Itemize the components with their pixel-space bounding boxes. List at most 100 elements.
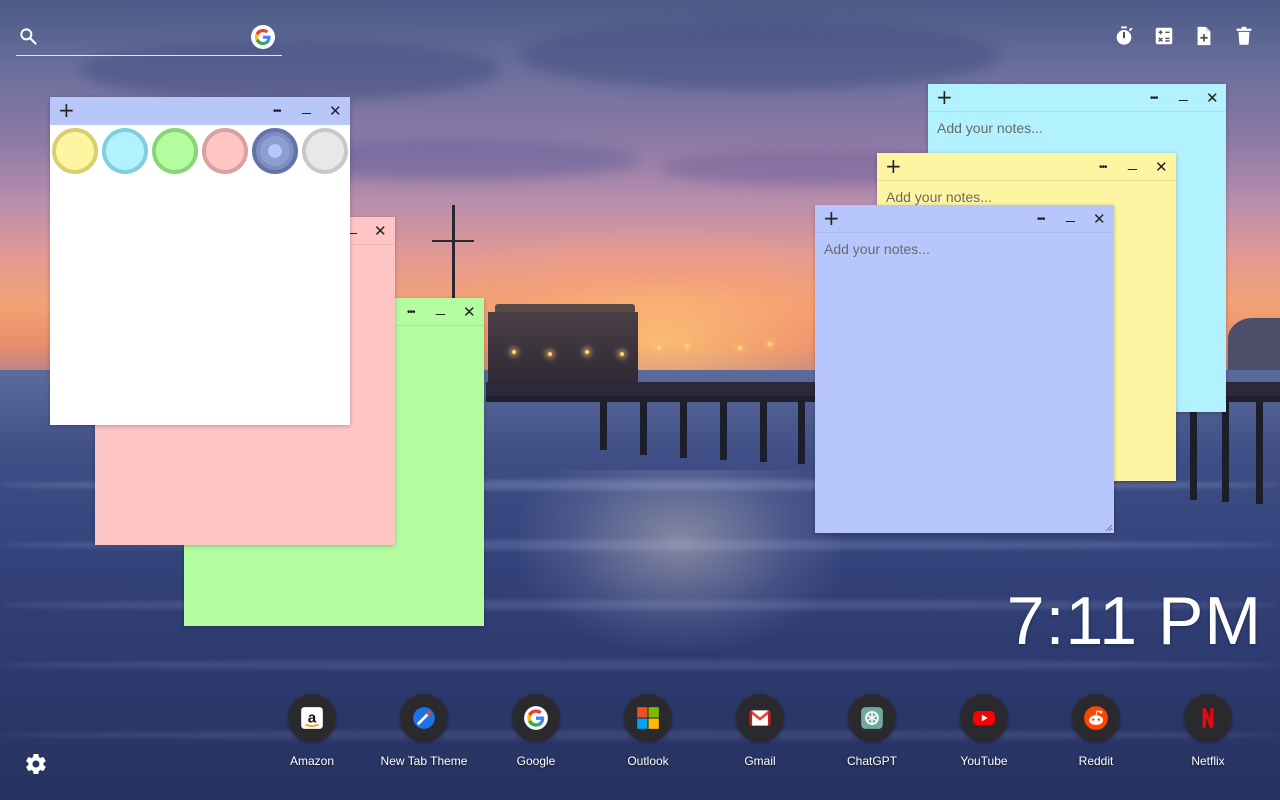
note-menu-button[interactable]: ••• <box>1099 153 1107 181</box>
pier-pile <box>1190 400 1197 500</box>
swatch-pink[interactable] <box>202 128 248 174</box>
toolbar <box>1112 24 1256 48</box>
youtube-icon[interactable] <box>960 694 1008 742</box>
note-menu-button[interactable]: ••• <box>407 298 415 326</box>
reddit-icon[interactable] <box>1072 694 1120 742</box>
swatch-blue-selected[interactable] <box>252 128 298 174</box>
shortcut-amazon[interactable]: a Amazon <box>256 694 368 774</box>
calculator-icon[interactable] <box>1152 24 1176 48</box>
pier-pile <box>640 400 647 455</box>
add-note-button[interactable]: + <box>58 100 75 120</box>
pier-pile <box>720 400 727 460</box>
shortcut-new-tab-theme[interactable]: New Tab Theme <box>368 694 480 774</box>
pier-light <box>738 346 742 350</box>
add-note-button[interactable]: + <box>885 156 902 176</box>
note-minimize-button[interactable]: _ <box>1066 201 1075 229</box>
note-minimize-button[interactable]: _ <box>1179 80 1188 108</box>
pier-pile <box>760 400 767 462</box>
svg-text:a: a <box>308 709 317 726</box>
shortcut-netflix[interactable]: Netflix <box>1152 694 1264 774</box>
pier-pile <box>680 400 687 458</box>
search-icon[interactable] <box>18 26 38 46</box>
shortcut-label: Google <box>516 754 556 768</box>
note-title-bar[interactable]: + ••• _ ✕ <box>815 205 1114 233</box>
note-close-button[interactable]: ✕ <box>1206 84 1219 112</box>
shortcut-reddit[interactable]: Reddit <box>1040 694 1152 774</box>
cloud <box>520 20 1000 90</box>
google-icon[interactable] <box>251 25 275 49</box>
add-note-button[interactable]: + <box>823 208 840 228</box>
note-menu-button[interactable]: ••• <box>1037 205 1045 233</box>
swatch-yellow[interactable] <box>52 128 98 174</box>
search-bar[interactable] <box>16 22 282 56</box>
pier-light <box>548 352 552 356</box>
note-menu-button[interactable]: ••• <box>273 97 281 125</box>
netflix-icon[interactable] <box>1184 694 1232 742</box>
pier-light <box>657 346 661 350</box>
sticky-note-blue[interactable]: + ••• _ ✕ Add your notes... <box>815 205 1114 533</box>
shortcut-label: Outlook <box>627 754 669 768</box>
pier-mast <box>452 205 455 305</box>
far-hill <box>1228 318 1280 370</box>
sea-reflection <box>520 470 840 650</box>
shortcut-chatgpt[interactable]: ChatGPT <box>816 694 928 774</box>
timer-icon[interactable] <box>1112 24 1136 48</box>
pier-light <box>585 350 589 354</box>
pier-pile <box>1222 400 1229 502</box>
google-icon[interactable] <box>512 694 560 742</box>
new-note-icon[interactable] <box>1192 24 1216 48</box>
outlook-icon[interactable] <box>624 694 672 742</box>
pier-building <box>488 312 638 384</box>
shortcut-google[interactable]: Google <box>480 694 592 774</box>
note-text-area[interactable]: Add your notes... <box>937 120 1217 136</box>
note-text-area[interactable]: Add your notes... <box>886 189 1167 205</box>
swatch-gray[interactable] <box>302 128 348 174</box>
swatch-green[interactable] <box>152 128 198 174</box>
note-minimize-button[interactable]: _ <box>1128 149 1137 177</box>
pier-pile <box>1256 400 1263 504</box>
pier-pile <box>798 400 805 464</box>
shortcut-outlook[interactable]: Outlook <box>592 694 704 774</box>
note-close-button[interactable]: ✕ <box>329 97 342 125</box>
shortcut-label: ChatGPT <box>846 754 897 768</box>
shortcut-label: YouTube <box>960 754 1008 768</box>
color-palette <box>50 125 348 177</box>
shortcut-label: Gmail <box>744 754 776 768</box>
pier-light <box>620 352 624 356</box>
note-minimize-button[interactable]: _ <box>302 93 311 121</box>
clock: 7:11 PM <box>1006 583 1262 659</box>
shortcuts-dock: a Amazon New Tab Theme Google Outlook Gm… <box>256 694 1264 774</box>
note-close-button[interactable]: ✕ <box>463 298 476 326</box>
pier-mast-bar <box>432 240 474 242</box>
note-close-button[interactable]: ✕ <box>1155 153 1168 181</box>
wave <box>0 660 1280 670</box>
shortcut-label: Netflix <box>1191 754 1225 768</box>
sticky-note-white[interactable]: + ••• _ ✕ <box>50 97 350 425</box>
pier-light <box>685 344 689 348</box>
trash-icon[interactable] <box>1232 24 1256 48</box>
resize-handle-icon[interactable] <box>1105 524 1113 532</box>
search-input[interactable] <box>48 26 244 50</box>
gmail-icon[interactable] <box>736 694 784 742</box>
add-note-button[interactable]: + <box>936 87 953 107</box>
pier-pile <box>600 400 607 450</box>
new-tab-theme-icon[interactable] <box>400 694 448 742</box>
amazon-icon[interactable]: a <box>288 694 336 742</box>
chatgpt-icon[interactable] <box>848 694 896 742</box>
pier-light <box>768 342 772 346</box>
pier-light <box>512 350 516 354</box>
note-title-bar[interactable]: + ••• _ ✕ <box>877 153 1176 181</box>
note-text-area[interactable]: Add your notes... <box>824 241 1105 257</box>
note-close-button[interactable]: ✕ <box>374 217 387 245</box>
gear-icon[interactable] <box>24 752 48 776</box>
swatch-cyan[interactable] <box>102 128 148 174</box>
shortcut-gmail[interactable]: Gmail <box>704 694 816 774</box>
shortcut-youtube[interactable]: YouTube <box>928 694 1040 774</box>
note-close-button[interactable]: ✕ <box>1093 205 1106 233</box>
note-title-bar[interactable]: + ••• _ ✕ <box>928 84 1226 112</box>
note-title-bar[interactable]: + ••• _ ✕ <box>50 97 350 125</box>
shortcut-label: New Tab Theme <box>380 754 468 768</box>
shortcut-label: Reddit <box>1078 754 1114 768</box>
note-menu-button[interactable]: ••• <box>1150 84 1158 112</box>
note-minimize-button[interactable]: _ <box>436 294 445 322</box>
